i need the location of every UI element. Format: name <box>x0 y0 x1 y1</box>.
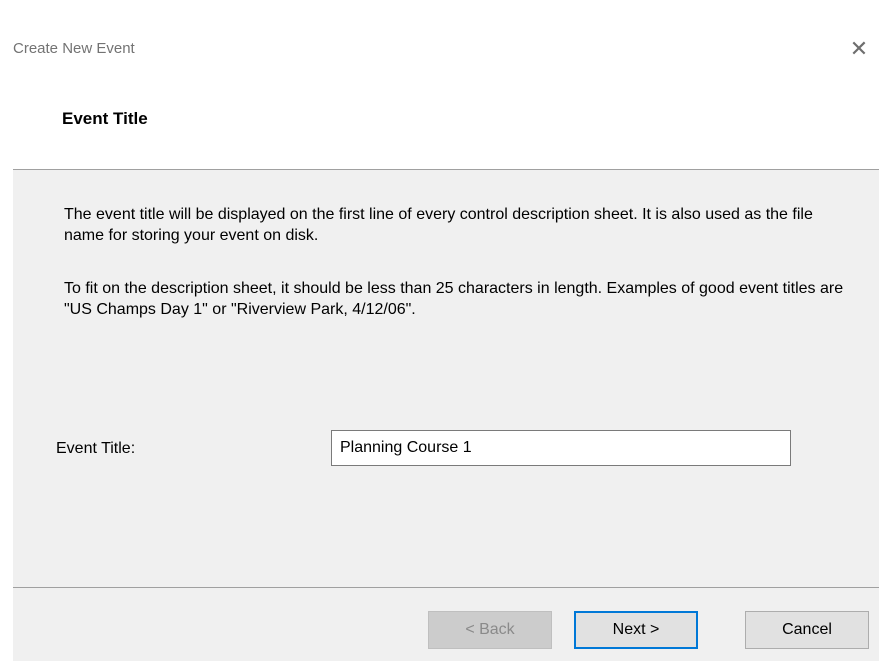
description-paragraph-1: The event title will be displayed on the… <box>64 206 813 244</box>
back-button[interactable]: < Back <box>428 611 552 649</box>
page-title: Event Title <box>62 109 148 128</box>
next-button[interactable]: Next > <box>574 611 698 649</box>
event-title-input[interactable] <box>331 430 791 466</box>
title-bar: Create New Event ✕ <box>0 0 879 96</box>
window-title: Create New Event <box>13 40 135 57</box>
footer-divider <box>13 587 879 588</box>
cancel-button[interactable]: Cancel <box>745 611 869 649</box>
event-title-label: Event Title: <box>56 440 136 457</box>
wizard-body: The event title will be displayed on the… <box>13 170 879 661</box>
wizard-header: Event Title <box>0 96 879 169</box>
close-icon[interactable]: ✕ <box>839 32 879 66</box>
description-paragraph-2: To fit on the description sheet, it shou… <box>64 280 844 318</box>
create-new-event-dialog: Create New Event ✕ Event Title The event… <box>0 0 879 661</box>
